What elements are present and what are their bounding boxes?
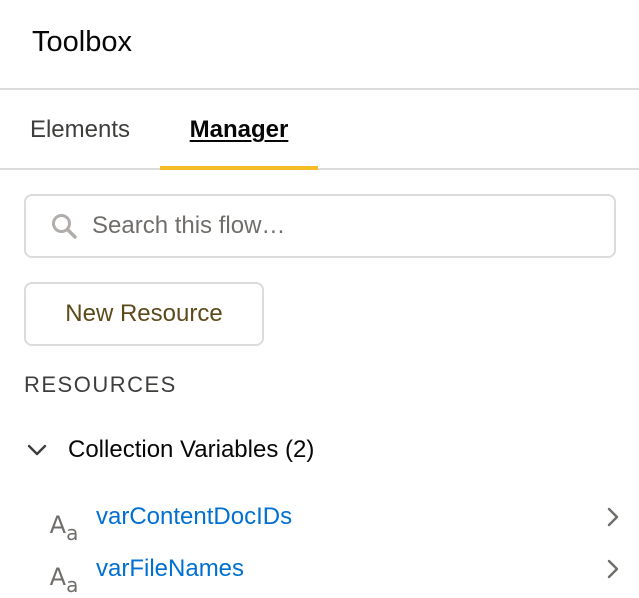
type-glyph-sub: a [66, 573, 79, 597]
search-box[interactable] [24, 194, 616, 258]
tab-manager[interactable]: Manager [160, 90, 318, 170]
toolbox-panel: Toolbox Elements Manager New Resource RE… [0, 0, 639, 598]
resources-heading: RESOURCES [24, 372, 177, 397]
chevron-down-icon[interactable] [24, 437, 50, 463]
type-glyph-sub: a [66, 521, 79, 545]
type-glyph: A [49, 511, 67, 539]
group-label: Collection Variables (2) [68, 436, 315, 463]
resource-link[interactable]: varContentDocIDs [96, 503, 292, 531]
list-item[interactable]: Aa varContentDocIDs [44, 492, 639, 543]
search-input[interactable] [92, 212, 572, 240]
chevron-right-icon[interactable] [603, 556, 623, 582]
toolbox-header: Toolbox [0, 0, 639, 90]
tab-bar: Elements Manager [0, 90, 639, 170]
tab-elements[interactable]: Elements [0, 90, 160, 170]
chevron-right-icon[interactable] [603, 504, 623, 530]
panel-title: Toolbox [32, 25, 132, 58]
type-glyph: A [49, 563, 67, 591]
active-tab-indicator [160, 166, 318, 170]
list-item[interactable]: Aa varFileNames [44, 544, 639, 595]
text-type-icon: Aa [44, 549, 84, 595]
search-icon [50, 212, 78, 240]
resource-link[interactable]: varFileNames [96, 555, 244, 583]
new-resource-button[interactable]: New Resource [24, 282, 264, 346]
text-type-icon: Aa [44, 497, 84, 543]
collection-variables-group[interactable]: Collection Variables (2) [24, 436, 314, 464]
